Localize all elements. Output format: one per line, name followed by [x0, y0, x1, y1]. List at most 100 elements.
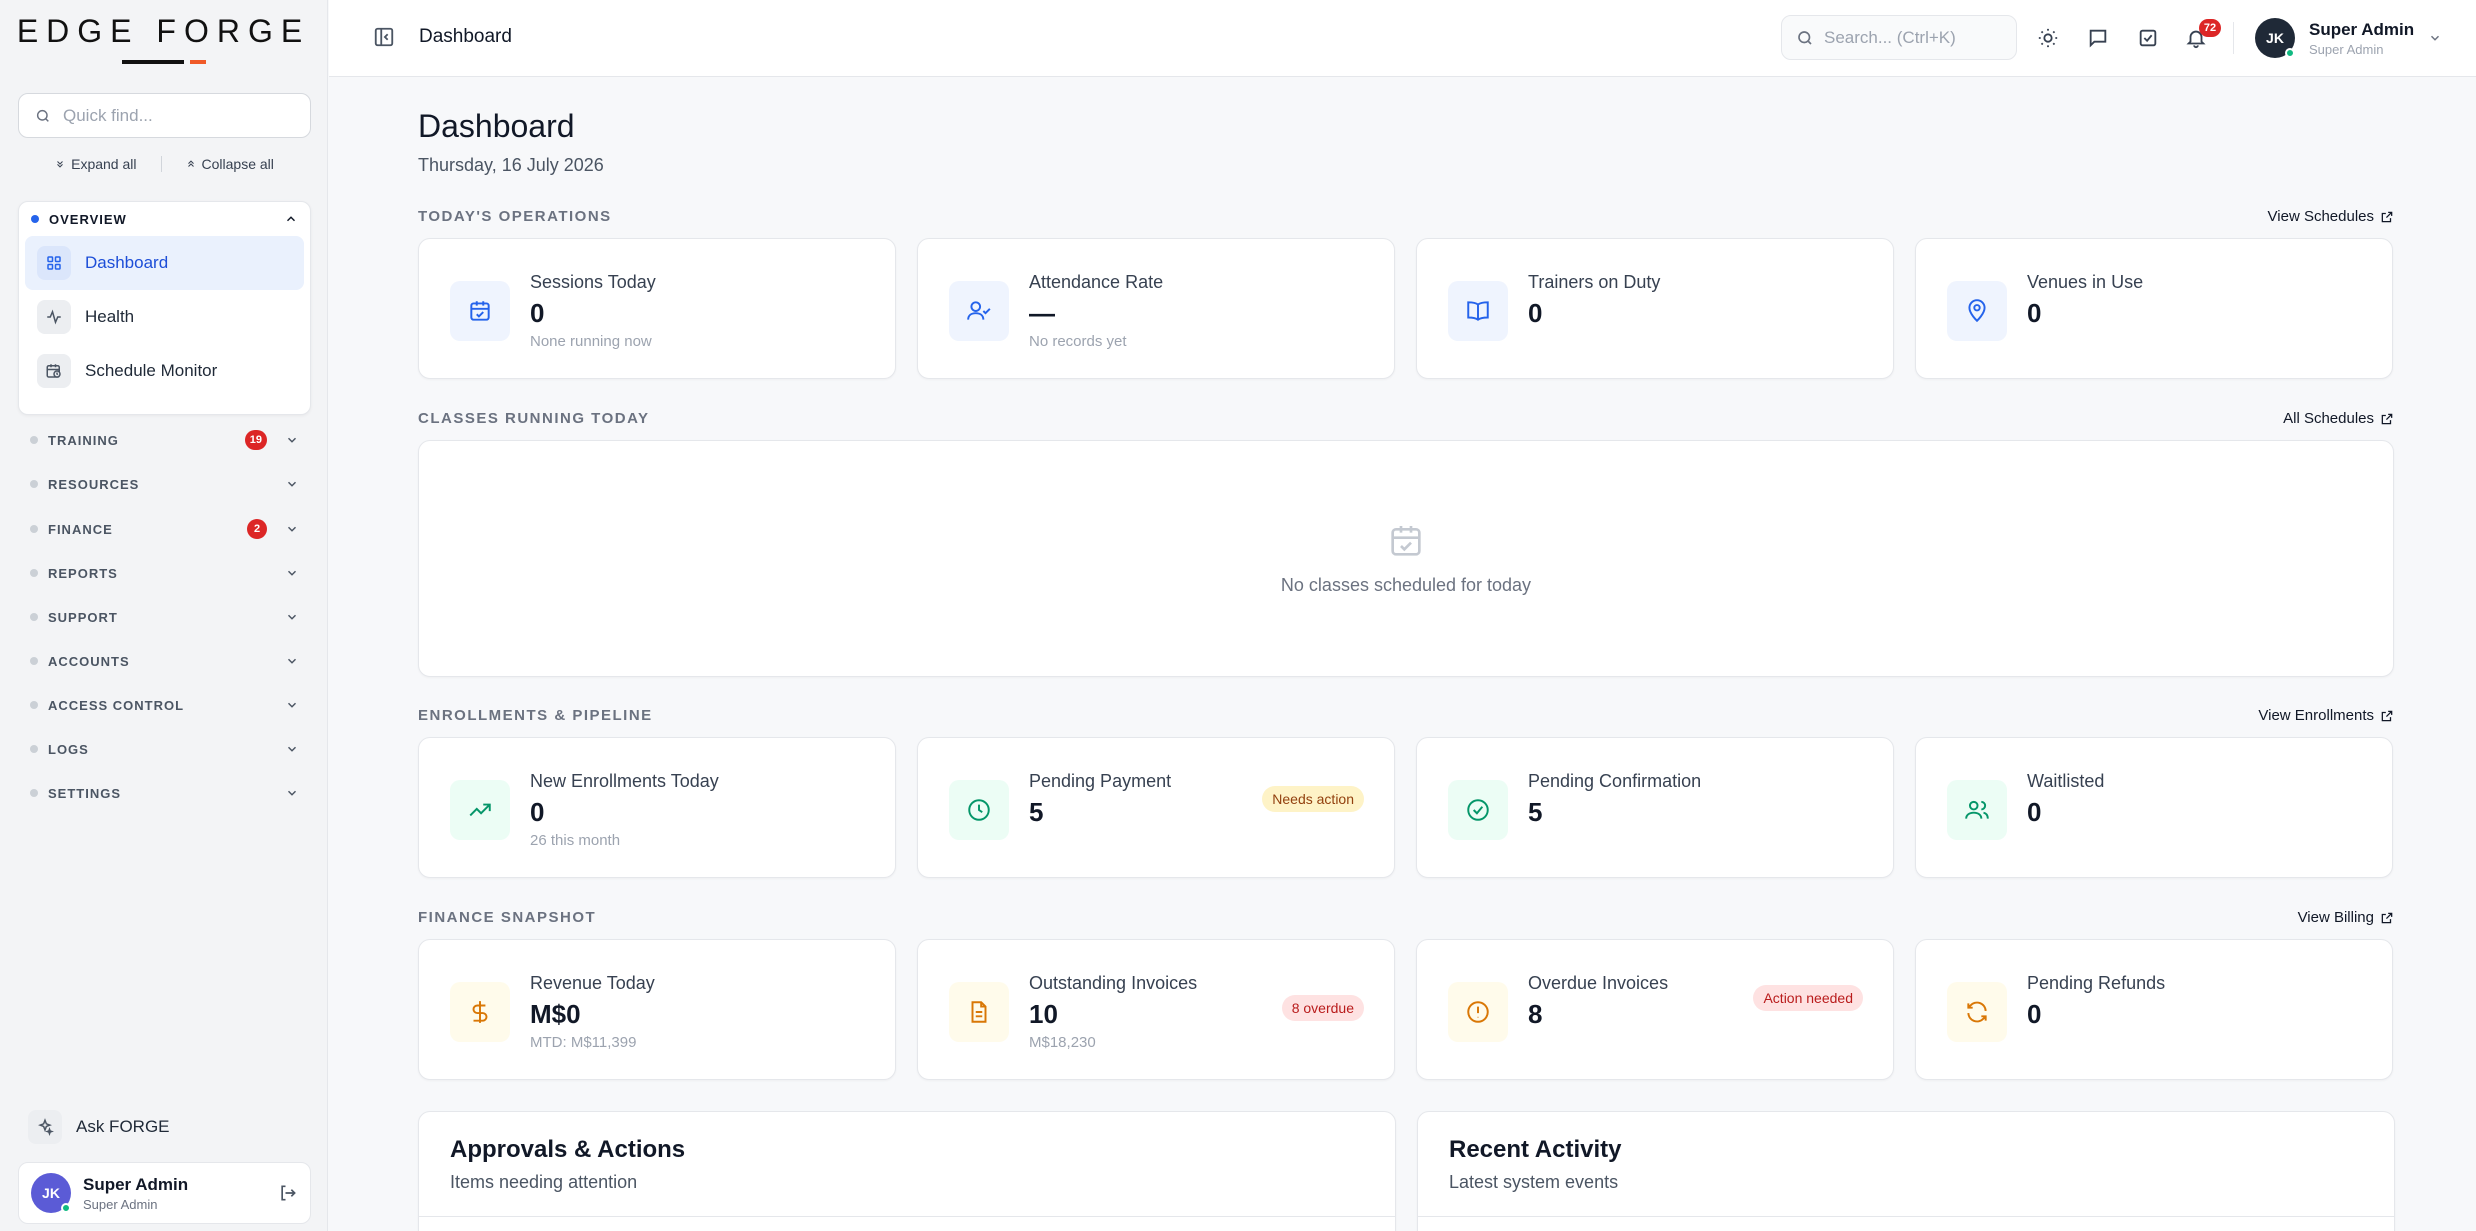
stat-value: 0: [530, 298, 545, 328]
global-search-input[interactable]: [1824, 27, 2014, 48]
book-open-icon: [1448, 281, 1508, 341]
chevron-down-icon: [287, 614, 297, 620]
notifications-button[interactable]: 72: [2183, 19, 2221, 51]
stat-value: 5: [1029, 797, 1044, 827]
stat-card-outstanding-invoices[interactable]: Outstanding Invoices 10 M$18,230 8 overd…: [917, 939, 1395, 1080]
message-square-icon: [2089, 29, 2107, 48]
stat-card-revenue-today[interactable]: Revenue Today M$0 MTD: M$11,399: [418, 939, 896, 1080]
group-dot: [31, 215, 39, 223]
sidebar-group-training[interactable]: TRAINING 19: [18, 423, 311, 457]
quick-find[interactable]: [18, 93, 311, 138]
external-link-icon: [2381, 912, 2393, 923]
expand-collapse-row: Expand all Collapse all: [18, 152, 311, 176]
ask-forge-button[interactable]: Ask FORGE: [28, 1110, 170, 1144]
sidebar-item-label: Schedule Monitor: [85, 361, 218, 380]
sun-icon: [2038, 28, 2058, 48]
chevron-down-icon: [287, 658, 297, 664]
panel-title: Recent Activity: [1449, 1136, 1622, 1163]
sidebar-item-label: Health: [85, 307, 135, 326]
group-label: SUPPORT: [48, 609, 118, 625]
stat-card-new-enrollments[interactable]: New Enrollments Today 0 26 this month: [418, 737, 896, 878]
sidebar-group-settings[interactable]: SETTINGS: [18, 776, 311, 810]
view-billing-link[interactable]: View Billing: [2298, 909, 2394, 926]
stat-card-overdue-invoices[interactable]: Overdue Invoices 8 Action needed: [1416, 939, 1894, 1080]
expand-all-button[interactable]: Expand all: [55, 156, 137, 172]
stat-card-waitlisted[interactable]: Waitlisted 0: [1915, 737, 2393, 878]
link-label: View Schedules: [2267, 208, 2374, 225]
stat-card-sessions-today[interactable]: Sessions Today 0 None running now: [418, 238, 896, 379]
view-schedules-link[interactable]: View Schedules: [2268, 208, 2394, 225]
group-label: REPORTS: [48, 565, 118, 581]
dollar-icon: [450, 982, 510, 1042]
calendar-check-icon: [450, 281, 510, 341]
panel-subtitle: Latest system events: [1449, 1172, 1619, 1192]
sidebar-group-access-control[interactable]: ACCESS CONTROL: [18, 688, 311, 722]
quick-find-input[interactable]: [63, 105, 303, 126]
collapse-all-button[interactable]: Collapse all: [186, 156, 274, 172]
chevron-down-icon: [2431, 35, 2440, 41]
overview-label: OVERVIEW: [49, 211, 127, 227]
all-schedules-link[interactable]: All Schedules: [2283, 410, 2394, 427]
external-link-icon: [2381, 710, 2393, 721]
check-square-icon: [2139, 29, 2157, 47]
stat-value: —: [1029, 298, 1055, 328]
status-badge: Action needed: [1753, 985, 1863, 1011]
stat-card-pending-refunds[interactable]: Pending Refunds 0: [1915, 939, 2393, 1080]
chevron-down-icon: [287, 702, 297, 708]
sidebar-item-schedule-monitor[interactable]: Schedule Monitor: [25, 344, 304, 398]
group-label: LOGS: [48, 741, 89, 757]
stat-card-pending-payment[interactable]: Pending Payment 5 Needs action: [917, 737, 1395, 878]
chevron-down-icon: [287, 746, 297, 752]
user-role: Super Admin: [83, 1196, 158, 1212]
stat-subtext: No records yet: [1029, 333, 1127, 350]
stat-card-attendance-rate[interactable]: Attendance Rate — No records yet: [917, 238, 1395, 379]
sidebar-group-accounts[interactable]: ACCOUNTS: [18, 644, 311, 678]
theme-toggle-button[interactable]: [2035, 25, 2061, 51]
sidebar-user-card[interactable]: JK Super Admin Super Admin: [18, 1162, 311, 1224]
group-label: ACCOUNTS: [48, 653, 130, 669]
chevron-down-icon: [287, 570, 297, 576]
topbar: Dashboard 72 JK Super Admin Super Admin: [329, 0, 2476, 77]
sidebar-group-support[interactable]: SUPPORT: [18, 600, 311, 634]
section-title-finance: FINANCE SNAPSHOT: [418, 909, 597, 926]
user-name: Super Admin: [2309, 19, 2415, 39]
status-badge: 8 overdue: [1281, 995, 1364, 1021]
recent-activity-panel: Recent Activity Latest system events: [1417, 1111, 2395, 1231]
stat-value: 0: [2027, 797, 2042, 827]
stat-label: Sessions Today: [530, 272, 656, 292]
overview-group: OVERVIEW Dashboard Health Schedule Monit…: [18, 201, 311, 415]
global-search[interactable]: [1781, 15, 2017, 60]
section-title-enrollments: ENROLLMENTS & PIPELINE: [418, 707, 653, 724]
stat-label: Attendance Rate: [1029, 272, 1164, 292]
sidebar-item-health[interactable]: Health: [25, 290, 304, 344]
sidebar-group-logs[interactable]: LOGS: [18, 732, 311, 766]
stat-card-venues-in-use[interactable]: Venues in Use 0: [1915, 238, 2393, 379]
sidebar-item-dashboard[interactable]: Dashboard: [25, 236, 304, 290]
stat-value: 0: [1528, 298, 1543, 328]
view-enrollments-link[interactable]: View Enrollments: [2258, 707, 2394, 724]
sidebar-group-resources[interactable]: RESOURCES: [18, 467, 311, 501]
stat-label: Trainers on Duty: [1528, 272, 1661, 292]
overview-header[interactable]: OVERVIEW: [19, 202, 310, 236]
page-title: Dashboard: [418, 108, 575, 144]
user-menu[interactable]: JK Super Admin Super Admin: [2255, 18, 2442, 58]
panel-title: Approvals & Actions: [450, 1136, 686, 1163]
approvals-panel: Approvals & Actions Items needing attent…: [418, 1111, 1396, 1231]
messages-button[interactable]: [2085, 25, 2111, 51]
stat-subtext: MTD: M$11,399: [530, 1034, 637, 1051]
chevron-down-icon: [287, 481, 297, 487]
stat-label: Revenue Today: [530, 973, 655, 993]
stat-value: 0: [2027, 999, 2042, 1029]
stat-card-pending-confirmation[interactable]: Pending Confirmation 5: [1416, 737, 1894, 878]
stat-card-trainers-on-duty[interactable]: Trainers on Duty 0: [1416, 238, 1894, 379]
stat-label: Outstanding Invoices: [1029, 973, 1198, 993]
sidebar-toggle-icon[interactable]: [373, 26, 395, 48]
sidebar-group-finance[interactable]: FINANCE 2: [18, 512, 311, 546]
tasks-button[interactable]: [2135, 25, 2161, 51]
brand-logo[interactable]: EDGE FORGE: [0, 0, 327, 76]
stat-label: Pending Refunds: [2027, 973, 2166, 993]
chevrons-down-icon: [57, 161, 63, 168]
chevron-down-icon: [287, 790, 297, 796]
sidebar-group-reports[interactable]: REPORTS: [18, 556, 311, 590]
logout-icon[interactable]: [278, 1183, 298, 1203]
